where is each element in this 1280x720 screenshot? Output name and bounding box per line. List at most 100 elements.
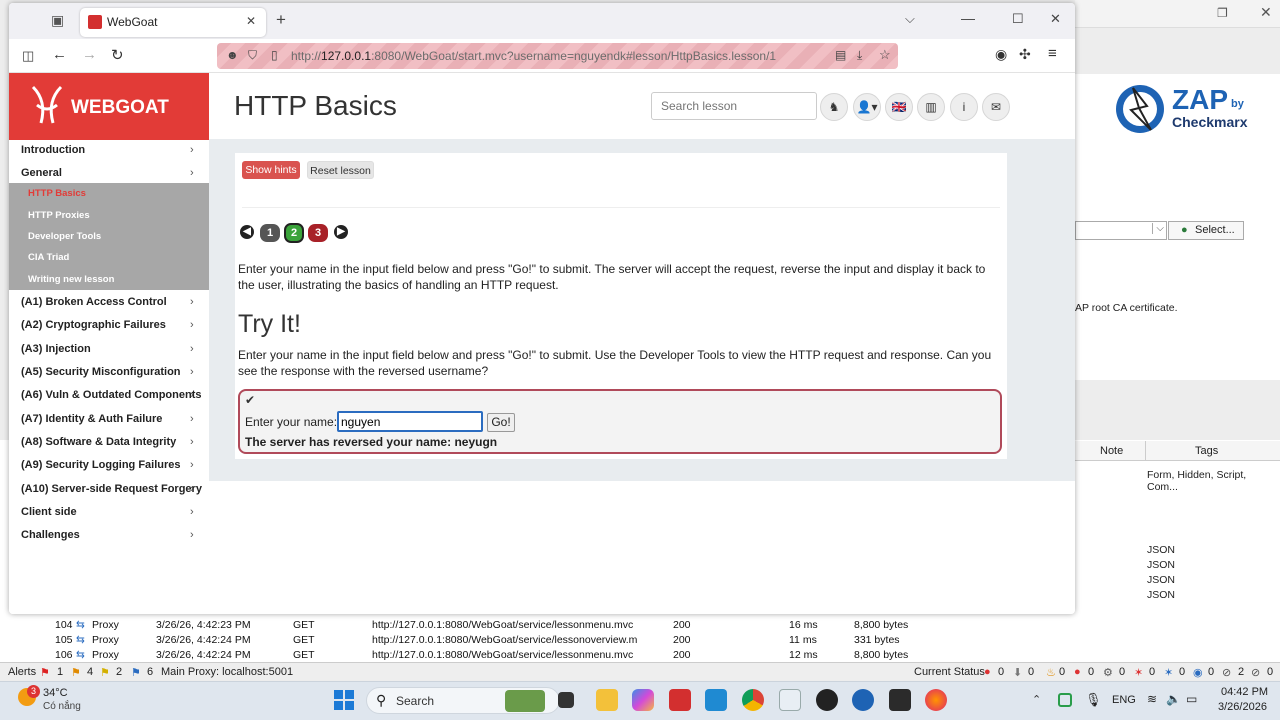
flag-info-icon: ⚑ — [131, 667, 141, 679]
chevron-up-icon[interactable]: ⌃ — [1032, 693, 1041, 706]
sidebar-sub-http-proxies[interactable]: HTTP Proxies — [28, 210, 90, 221]
page-3-button[interactable]: 3 — [308, 224, 328, 242]
zap-taskbar-icon[interactable] — [852, 689, 874, 711]
col-tags[interactable]: Tags — [1195, 445, 1218, 457]
extensions-icon[interactable]: ✣ — [1019, 46, 1031, 63]
sidebar-item-a1[interactable]: (A1) Broken Access Control — [21, 296, 167, 308]
forward-icon[interactable]: → — [82, 46, 97, 63]
minimize-icon[interactable]: — — [961, 10, 975, 26]
name-input[interactable] — [337, 411, 483, 432]
table-row[interactable]: 106 ⇆ Proxy 3/26/26, 4:42:24 PM GET http… — [0, 648, 1280, 663]
vscode-icon[interactable] — [705, 689, 727, 711]
file-explorer-icon[interactable] — [596, 689, 618, 711]
sidebar-item-a9[interactable]: (A9) Security Logging Failures — [21, 459, 181, 471]
obs-icon[interactable] — [816, 689, 838, 711]
page-1-button[interactable]: 1 — [260, 224, 280, 242]
speaker-icon[interactable]: 🔈 — [1166, 692, 1181, 706]
row-url: http://127.0.0.1:8080/WebGoat/service/le… — [372, 649, 634, 661]
prev-page-icon[interactable]: ◀ — [240, 225, 254, 239]
sidebar-item-challenges[interactable]: Challenges — [21, 529, 80, 541]
shield-icon[interactable]: ⛉ — [248, 48, 257, 63]
zap-logo-by: by — [1231, 98, 1244, 110]
table-row[interactable]: 105 ⇆ Proxy 3/26/26, 4:42:24 PM GET http… — [0, 633, 1280, 648]
tab-close-icon[interactable]: ✕ — [246, 14, 256, 28]
search-lesson-input[interactable] — [651, 92, 817, 120]
bookmark-star-icon[interactable]: ☆ — [879, 47, 891, 63]
report-card-icon[interactable]: ▥ — [917, 93, 945, 121]
contact-mail-icon[interactable]: ✉ — [982, 93, 1010, 121]
language-flag-icon[interactable]: 🇬🇧 — [885, 93, 913, 121]
tab-overview-icon[interactable]: ▣ — [51, 12, 64, 29]
download-icon[interactable]: ⤓ — [857, 48, 862, 63]
sidebar-sub-developer-tools[interactable]: Developer Tools — [28, 231, 101, 242]
sidebar-item-a5[interactable]: (A5) Security Misconfiguration — [21, 366, 181, 378]
user-menu-icon[interactable]: 👤▾ — [853, 93, 881, 121]
maximize-icon[interactable]: ☐ — [1012, 11, 1024, 27]
back-icon[interactable]: ← — [52, 46, 67, 63]
tray-app-icon[interactable] — [1058, 693, 1072, 707]
terminal-icon[interactable] — [889, 689, 911, 711]
sidebar-item-a8[interactable]: (A8) Software & Data Integrity — [21, 436, 176, 448]
sidebar-item-a7[interactable]: (A7) Identity & Auth Failure — [21, 413, 162, 425]
battery-icon[interactable]: ▭ — [1186, 692, 1197, 706]
sidebar-item-a6[interactable]: (A6) Vuln & Outdated Components — [21, 389, 201, 401]
table-row[interactable]: 104 ⇆ Proxy 3/26/26, 4:42:23 PM GET http… — [0, 618, 1280, 633]
notepad-icon[interactable] — [779, 689, 801, 711]
list-tabs-icon[interactable]: ⌵ — [905, 11, 915, 27]
sidebar-sub-http-basics[interactable]: HTTP Basics — [28, 188, 86, 199]
show-hints-button[interactable]: Show hints — [242, 161, 300, 179]
chrome-icon[interactable] — [742, 689, 764, 711]
sidebar-sub-writing-new-lesson[interactable]: Writing new lesson — [28, 274, 114, 285]
sidebar-item-client-side[interactable]: Client side — [21, 506, 77, 518]
try-it-heading: Try It! — [238, 310, 301, 338]
sidebar-item-introduction[interactable]: Introduction — [21, 144, 85, 156]
goat-icon[interactable]: ♞ — [820, 93, 848, 121]
webgoat-logo[interactable]: WEBGOAT — [9, 73, 209, 140]
taskbar-search[interactable]: ⚲ Search — [366, 687, 560, 714]
microphone-icon[interactable]: 🎙 — [1085, 692, 1102, 708]
sidebar-item-a10[interactable]: (A10) Server-side Request Forgery — [21, 483, 202, 495]
url-text[interactable]: http://127.0.0.1:8080/WebGoat/start.mvc?… — [291, 49, 776, 63]
robot-icon[interactable]: ☻ — [226, 48, 239, 62]
reader-view-icon[interactable]: ▤ — [835, 48, 846, 62]
windows-start-icon[interactable] — [334, 690, 354, 710]
sidebar-toggle-icon[interactable]: ◫ — [22, 48, 34, 64]
zap-status-bar: Alerts ⚑ 1 ⚑ 4 ⚑ 2 ⚑ 6 Main Proxy: local… — [0, 662, 1280, 680]
firefox-window: ▣ WebGoat ✕ + ⌵ — ☐ ✕ ◫ ← → ↻ ◉ ✣ ≡ ☻ ⛉ … — [9, 3, 1075, 614]
account-icon[interactable]: ◉ — [995, 46, 1007, 63]
menu-icon[interactable]: ≡ — [1048, 45, 1057, 62]
zap-restore-icon[interactable]: ❐ — [1217, 6, 1228, 20]
close-window-icon[interactable]: ✕ — [1050, 11, 1061, 27]
sidebar-sub-cia-triad[interactable]: CIA Triad — [28, 252, 69, 263]
tab-webgoat[interactable]: WebGoat ✕ — [80, 8, 266, 37]
reload-icon[interactable]: ↻ — [111, 46, 124, 64]
clock-time[interactable]: 04:42 PM — [1221, 686, 1268, 698]
info-icon[interactable]: i — [950, 93, 978, 121]
sidebar-item-general[interactable]: General — [21, 167, 62, 179]
zap-table-header: Note Tags — [1075, 441, 1280, 461]
zap-select-button[interactable]: ● Select... — [1168, 221, 1244, 240]
col-note[interactable]: Note — [1100, 445, 1123, 457]
clock-date[interactable]: 3/26/2026 — [1218, 701, 1267, 713]
sidebar-item-a3[interactable]: (A3) Injection — [21, 343, 91, 355]
copilot-icon[interactable] — [632, 689, 654, 711]
zap-close-icon[interactable]: ✕ — [1260, 4, 1272, 21]
page-2-button[interactable]: 2 — [284, 223, 304, 243]
url-bar[interactable]: ☻ ⛉ ▯ http://127.0.0.1:8080/WebGoat/star… — [217, 43, 898, 69]
new-tab-icon[interactable]: + — [276, 10, 286, 30]
status-count: 0 — [1088, 666, 1095, 678]
task-view-icon[interactable] — [558, 692, 574, 708]
row-rtt: 16 ms — [789, 619, 818, 631]
sidebar-item-a2[interactable]: (A2) Cryptographic Failures — [21, 319, 166, 331]
wps-icon[interactable] — [669, 689, 691, 711]
firefox-icon[interactable] — [925, 689, 947, 711]
wifi-icon[interactable]: ≋ — [1147, 692, 1157, 706]
page-info-icon[interactable]: ▯ — [271, 48, 278, 62]
zap-dropdown[interactable]: ⌵ — [1075, 221, 1167, 240]
next-page-icon[interactable]: ▶ — [334, 225, 348, 239]
go-button[interactable]: Go! — [487, 413, 515, 432]
reset-lesson-button[interactable]: Reset lesson — [307, 161, 374, 179]
row-code: 200 — [673, 649, 691, 661]
chevron-right-icon: › — [190, 296, 194, 308]
language-indicator[interactable]: ENG — [1112, 694, 1136, 706]
